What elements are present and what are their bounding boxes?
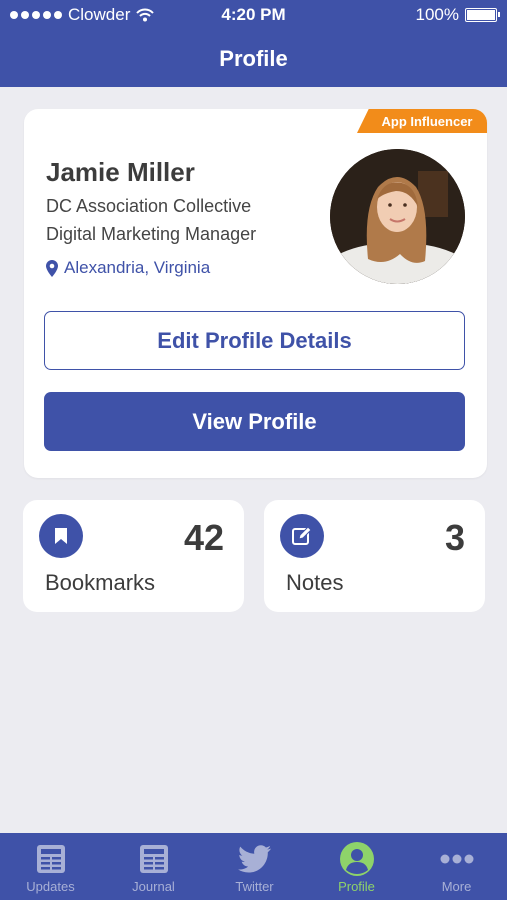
- tab-label: Twitter: [235, 879, 274, 894]
- tab-label: Journal: [132, 879, 175, 894]
- profile-location: Alexandria, Virginia: [46, 258, 210, 278]
- profile-card: App Influencer Jamie Miller DC Associati…: [24, 109, 487, 478]
- view-profile-button[interactable]: View Profile: [44, 392, 465, 451]
- user-icon: [339, 842, 374, 876]
- location-text: Alexandria, Virginia: [64, 258, 211, 277]
- tab-journal[interactable]: Journal: [103, 833, 204, 900]
- bookmarks-count: 42: [183, 517, 224, 558]
- tab-label: More: [441, 879, 472, 894]
- notes-card[interactable]: 3 Notes: [264, 500, 485, 612]
- bookmarks-card[interactable]: 42 Bookmarks: [23, 500, 244, 612]
- news-icon: [139, 842, 169, 876]
- profile-organization: DC Association Collective: [46, 196, 252, 216]
- edit-profile-button[interactable]: Edit Profile Details: [44, 311, 465, 370]
- battery-info: 100%: [415, 5, 500, 25]
- tab-profile[interactable]: Profile: [306, 833, 407, 900]
- tab-updates[interactable]: Updates: [0, 833, 101, 900]
- avatar: [330, 149, 465, 284]
- profile-role: Digital Marketing Manager: [46, 224, 257, 244]
- tab-more[interactable]: More: [406, 833, 507, 900]
- nav-bar: Profile: [0, 30, 507, 87]
- influencer-badge: App Influencer: [357, 109, 487, 133]
- edit-note-icon: [280, 514, 324, 558]
- bookmark-icon: [39, 514, 83, 558]
- news-icon: [36, 842, 66, 876]
- page-title: Profile: [219, 46, 288, 71]
- tab-label: Updates: [26, 879, 75, 894]
- avatar-photo: [330, 149, 465, 284]
- location-pin-icon: [46, 259, 58, 277]
- notes-label: Notes: [286, 570, 344, 595]
- status-bar: Clowder 4:20 PM 100%: [0, 0, 507, 30]
- tab-bar: Updates Journal Twitter Profile More: [0, 833, 507, 900]
- tab-twitter[interactable]: Twitter: [204, 833, 305, 900]
- profile-name: Jamie Miller: [46, 157, 195, 187]
- tab-label: Profile: [338, 879, 375, 894]
- ellipsis-icon: [440, 842, 474, 876]
- battery-percent: 100%: [415, 5, 459, 24]
- battery-icon: [465, 8, 500, 22]
- bookmarks-label: Bookmarks: [45, 570, 156, 595]
- notes-count: 3: [444, 517, 465, 558]
- twitter-icon: [237, 842, 272, 876]
